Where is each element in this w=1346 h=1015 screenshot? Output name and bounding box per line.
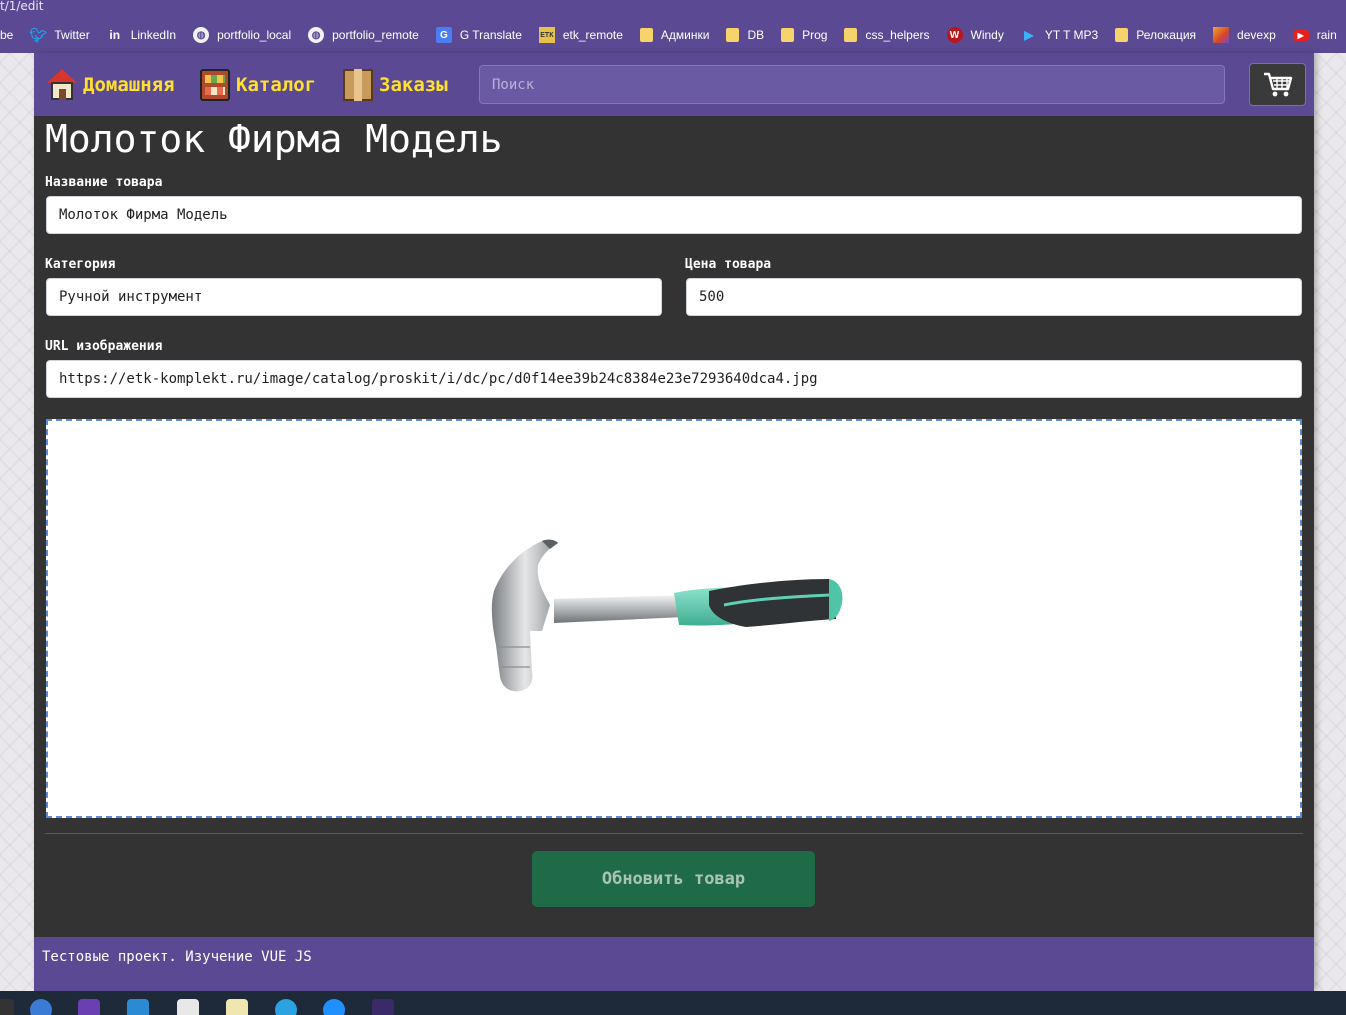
bookmark-label: be [0,28,14,42]
bookmark-label: portfolio_remote [332,28,419,42]
devexp-icon [1213,27,1230,43]
notepad-icon[interactable] [177,999,199,1015]
bookmark-label: YT T MP3 [1044,28,1099,42]
bookmark-admins[interactable]: Админки [639,28,710,42]
browser-icon[interactable] [30,999,52,1015]
bookmark-portfolio-remote[interactable]: ◍ portfolio_remote [308,27,419,43]
linkedin-icon: in [109,28,121,42]
bookmark-etk-remote[interactable]: ЕТК etk_remote [538,27,623,43]
bookmark-relocation[interactable]: Релокация [1115,28,1196,42]
cart-icon [1263,72,1292,96]
image-url-field[interactable]: https://etk-komplekt.ru/image/catalog/pr… [46,360,1302,398]
url-text: t/1/edit [0,0,44,13]
name-label: Название товара [45,175,163,190]
folder-icon [844,28,858,42]
bookmark-label: rain [1316,28,1337,42]
nav-home-link[interactable]: Домашняя [47,67,175,103]
cart-button[interactable] [1249,63,1306,106]
telegram-icon[interactable] [275,999,297,1015]
nav-orders-label: Заказы [379,74,448,96]
navbar: Домашняя Каталог Заказы [34,53,1314,116]
nav-home-label: Домашняя [83,74,175,96]
search-input[interactable] [479,65,1225,104]
etk-icon: ЕТК [538,27,555,43]
folder-icon [1115,28,1129,42]
play-icon: ▶ [1024,28,1034,42]
footer: Тестовые проект. Изучение VUE JS [34,937,1314,991]
bookmark-css-helpers[interactable]: css_helpers [844,28,930,42]
visual-studio-icon[interactable] [78,999,100,1015]
hammer-image [491,539,843,692]
bookmark-prog[interactable]: Prog [781,28,827,42]
bookmark-be[interactable]: be [0,28,13,42]
bookmark-rain[interactable]: ▶ rain [1292,28,1337,42]
bookmark-label: css_helpers [865,28,930,42]
bookmark-label: etk_remote [562,28,623,42]
bookmark-db[interactable]: DB [726,28,764,42]
bookmark-label: Prog [802,28,828,42]
bookmark-label: portfolio_local [217,28,292,42]
bookmark-windy[interactable]: W Windy [946,27,1004,43]
bookmark-label: Windy [970,28,1004,42]
price-label: Цена товара [685,257,772,272]
bookmark-twitter[interactable]: 🐦︎ Twitter [29,26,90,43]
app-container: Домашняя Каталог Заказы Молоток Фирма Мо… [34,53,1314,991]
globe-icon: ◍ [193,27,210,43]
youtube-icon: ▶ [1292,29,1309,41]
twitter-icon: 🐦︎ [29,26,48,43]
nav-orders-link[interactable]: Заказы [343,67,448,103]
bookmark-linkedin[interactable]: in LinkedIn [107,27,176,43]
taskbar [0,991,1346,1015]
category-label: Категория [45,257,116,272]
bookmark-label: LinkedIn [130,28,177,42]
bookmark-yt-mp3[interactable]: ▶ YT T MP3 [1021,27,1098,43]
nav-catalog-link[interactable]: Каталог [200,67,316,103]
bookmark-label: devexp [1237,28,1276,42]
catalog-icon [200,69,230,101]
folder-icon [639,28,653,42]
bookmark-portfolio-local[interactable]: ◍ portfolio_local [193,27,291,43]
address-bar[interactable]: t/1/edit [0,0,1346,17]
name-field[interactable]: Молоток Фирма Модель [46,196,1302,234]
editor-icon[interactable] [226,999,248,1015]
bookmark-devexp[interactable]: devexp [1213,27,1276,43]
category-field[interactable]: Ручной инструмент [46,278,662,316]
footer-text: Тестовые проект. Изучение VUE JS [42,949,312,965]
bookmark-label: Админки [660,28,710,42]
folder-icon [726,28,740,42]
vscode-icon[interactable] [127,999,149,1015]
windy-icon: W [946,27,963,43]
bookmark-label: Релокация [1136,28,1197,42]
translate-icon: G [435,27,452,43]
bookmark-g-translate[interactable]: G G Translate [435,27,522,43]
start-icon[interactable] [0,999,14,1015]
bookmark-label: Twitter [54,28,90,42]
page-title: Молоток Фирма Модель [45,117,503,161]
terminal-icon[interactable] [372,999,394,1015]
docker-icon[interactable] [323,999,345,1015]
image-url-label: URL изображения [45,339,163,354]
nav-catalog-label: Каталог [236,74,317,96]
update-product-button[interactable]: Обновить товар [532,851,815,907]
home-icon [47,69,77,101]
image-preview [46,419,1302,818]
divider [45,833,1303,834]
bookmarks-bar: be 🐦︎ Twitter in LinkedIn ◍ portfolio_lo… [0,17,1346,53]
box-icon [343,69,373,101]
folder-icon [781,28,795,42]
globe-icon: ◍ [308,27,325,43]
price-field[interactable]: 500 [686,278,1302,316]
bookmark-label: DB [747,28,765,42]
bookmark-label: G Translate [459,28,522,42]
